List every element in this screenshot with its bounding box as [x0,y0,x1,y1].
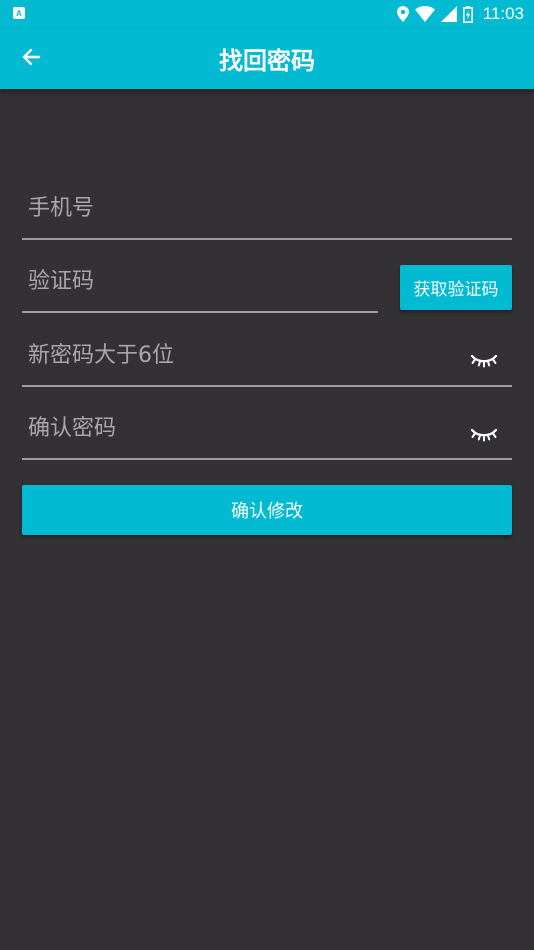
new-password-field [22,325,512,387]
phone-field [22,178,512,240]
get-code-button[interactable]: 获取验证码 [400,265,512,310]
code-field [22,251,378,313]
battery-icon [462,5,473,23]
location-icon [396,6,409,22]
signal-icon [440,6,457,22]
status-bar: A 11:03 [0,0,534,28]
app-bar: 找回密码 [0,28,534,89]
confirm-password-input[interactable] [22,398,512,458]
eye-closed-icon[interactable] [470,426,498,444]
eye-closed-icon[interactable] [470,352,498,370]
code-input[interactable] [22,251,378,311]
wifi-icon [414,6,435,22]
new-password-input[interactable] [22,325,512,385]
status-time: 11:03 [482,4,524,23]
confirm-password-field [22,398,512,460]
status-icons: 11:03 [396,0,524,28]
page-title: 找回密码 [219,47,315,75]
confirm-change-button[interactable]: 确认修改 [22,485,512,535]
phone-input[interactable] [22,178,512,238]
arrow-left-icon [21,47,41,71]
app-notification-icon: A [13,7,25,19]
back-button[interactable] [14,42,48,76]
